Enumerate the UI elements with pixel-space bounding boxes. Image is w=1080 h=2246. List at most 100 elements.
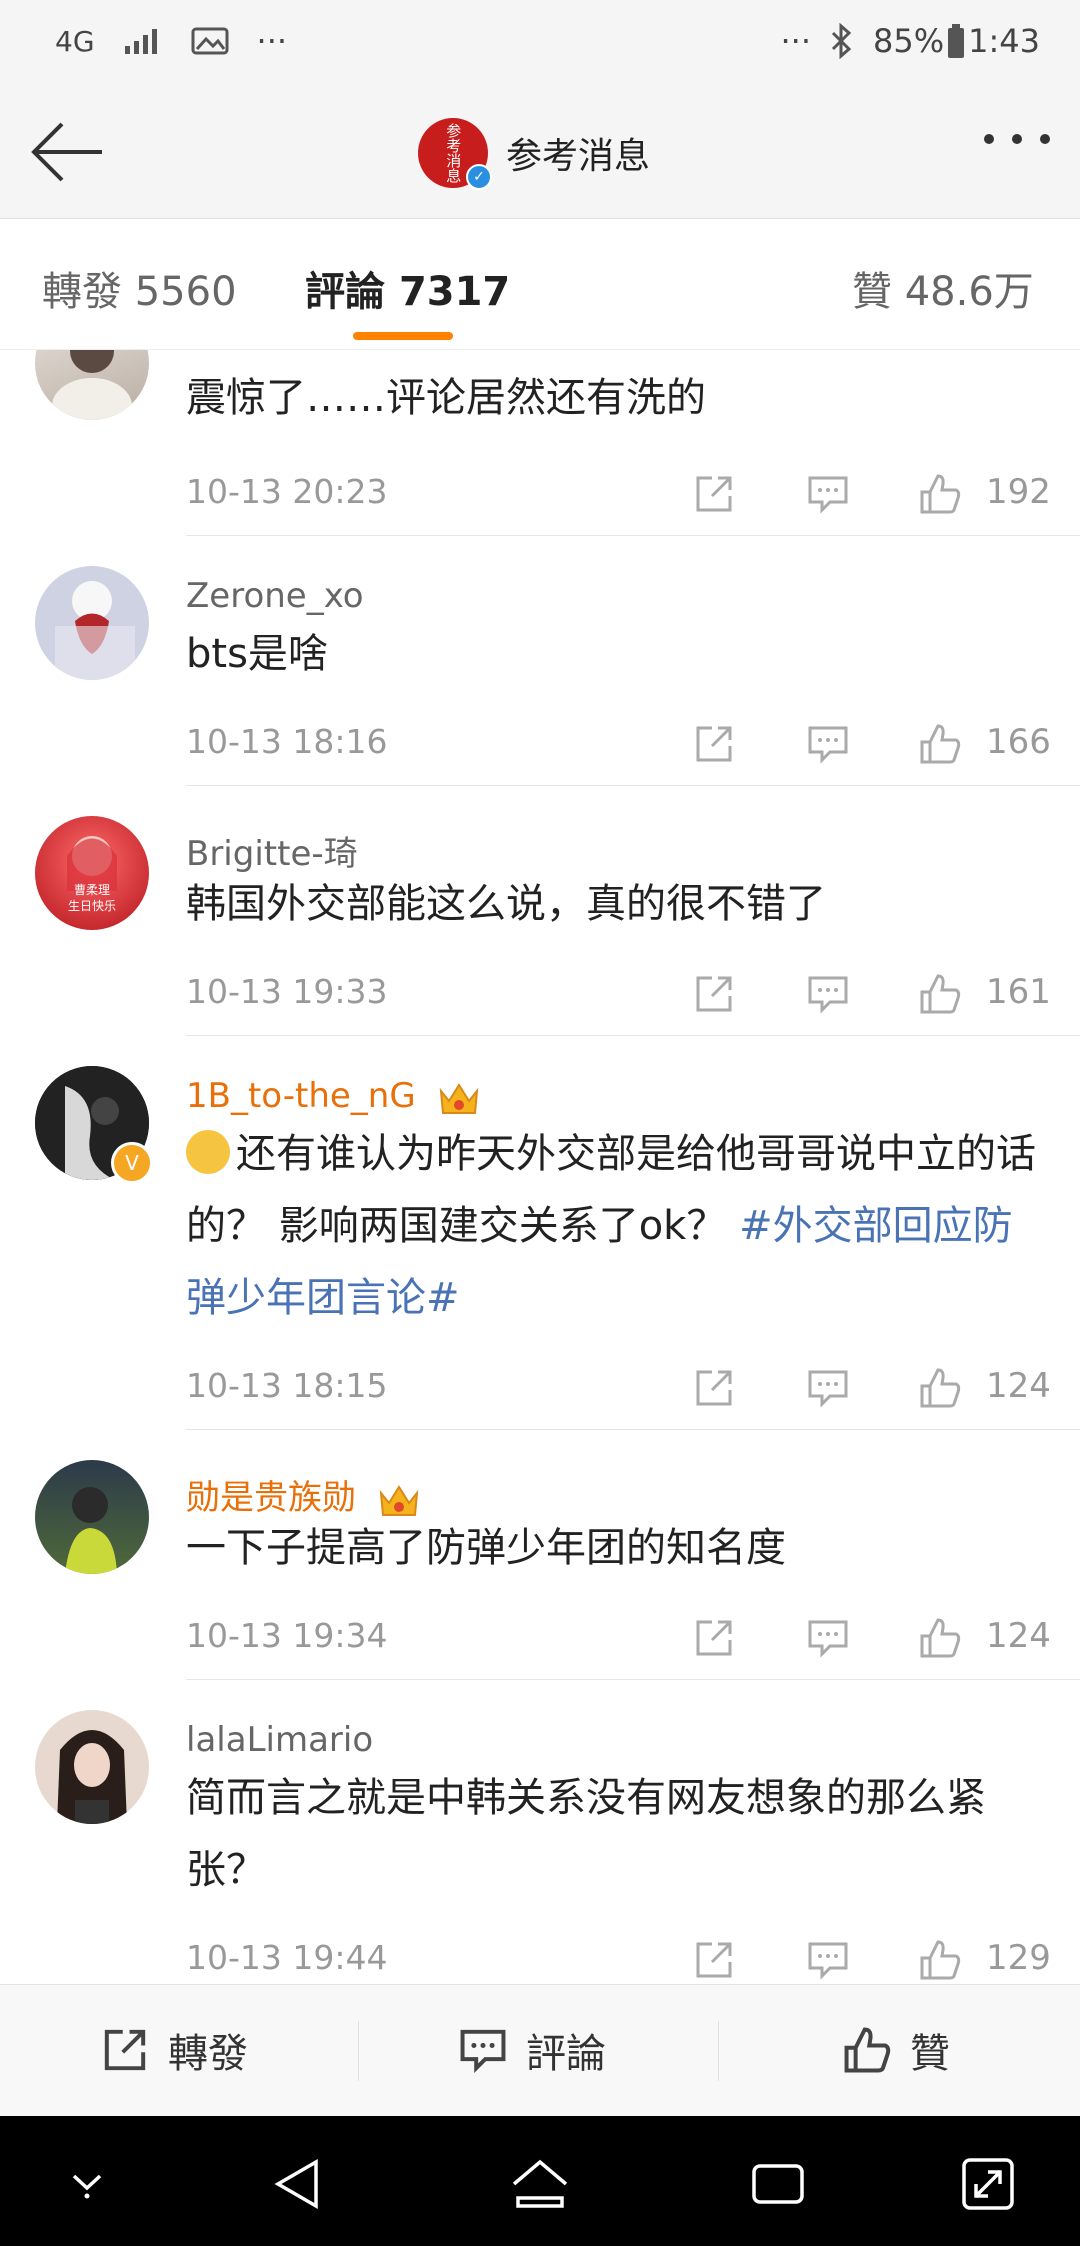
- repost-button[interactable]: 轉發: [100, 2021, 248, 2079]
- active-tab-indicator: [353, 332, 453, 340]
- share-icon[interactable]: [692, 1938, 736, 1982]
- repost-label: 轉發: [168, 2031, 248, 2077]
- comment-item: 勋是贵族勋 一下子提高了防弹少年团的知名度 10-13 19:34 124: [0, 1430, 1080, 1680]
- divider: [358, 2021, 359, 2081]
- comment-list[interactable]: 震惊了……评论居然还有洗的 10-13 20:23 192 Zerone_xo …: [0, 350, 1080, 1984]
- tab-repost[interactable]: 轉發 5560: [42, 259, 237, 317]
- like-icon[interactable]: [918, 1616, 962, 1660]
- top-nav-bar: 参考消息 ✓ 参考消息: [0, 90, 1080, 219]
- tab-likes-label: 贊: [852, 269, 892, 315]
- comment-text: bts是啥: [186, 631, 328, 677]
- comment-text-block: 还有谁认为昨天外交部是给他哥哥说中立的话的？ 影响两国建交关系了ok？ #外交部…: [186, 1118, 1046, 1334]
- user-avatar[interactable]: [35, 566, 149, 680]
- comment-text: 简而言之就是中韩关系没有网友想象的那么紧张？: [186, 1775, 986, 1893]
- comment-text: 韩国外交部能这么说，真的很不错了: [186, 881, 826, 927]
- share-icon[interactable]: [692, 1366, 736, 1410]
- comment-meta: 10-13 20:23 192: [186, 462, 1080, 522]
- comment-meta: 10-13 18:16 166: [186, 712, 1080, 772]
- like-icon[interactable]: [918, 722, 962, 766]
- tab-likes[interactable]: 贊 48.6万: [852, 259, 1034, 317]
- battery-percent: 85%: [873, 22, 945, 60]
- recent-apps-icon[interactable]: [750, 2156, 806, 2212]
- reply-icon[interactable]: [806, 1366, 850, 1410]
- tab-repost-label: 轉發: [42, 269, 122, 315]
- like-count: 192: [986, 472, 1051, 512]
- like-button[interactable]: 贊: [842, 2021, 950, 2079]
- comment-item: Zerone_xo bts是啥 10-13 18:16 166: [0, 536, 1080, 786]
- hide-keyboard-icon[interactable]: [62, 2156, 112, 2206]
- reply-icon[interactable]: [806, 972, 850, 1016]
- account-name: 参考消息: [506, 136, 651, 177]
- comment-meta: 10-13 19:44 129: [186, 1928, 1080, 1984]
- comment-meta: 10-13 18:15 124: [186, 1356, 1080, 1416]
- username[interactable]: Zerone_xo: [186, 576, 364, 616]
- like-icon: [844, 2027, 891, 2073]
- account-title[interactable]: 参考消息 ✓ 参考消息: [418, 118, 651, 190]
- like-icon[interactable]: [918, 972, 962, 1016]
- reply-icon[interactable]: [806, 722, 850, 766]
- fullscreen-icon[interactable]: [960, 2156, 1016, 2212]
- more-notifications-icon: ···: [256, 22, 288, 60]
- like-count: 166: [986, 722, 1051, 762]
- avatar-caption-greeting: 生日快乐: [67, 899, 116, 913]
- like-icon[interactable]: [918, 1366, 962, 1410]
- user-avatar[interactable]: 曹柔理 生日快乐: [35, 816, 149, 930]
- back-nav-icon[interactable]: [272, 2156, 328, 2212]
- share-icon[interactable]: [692, 472, 736, 516]
- user-avatar[interactable]: [35, 1460, 149, 1574]
- like-label: 贊: [910, 2031, 950, 2077]
- like-icon[interactable]: [918, 472, 962, 516]
- user-avatar[interactable]: V: [35, 1066, 153, 1184]
- comment-item: V 1B_to-the_nG 还有谁认为昨天外交部是给他哥哥说中立的话的？ 影响…: [0, 1036, 1080, 1430]
- bottom-action-bar: 轉發 評論 贊: [0, 1984, 1080, 2117]
- like-count: 129: [986, 1938, 1051, 1978]
- comment-time: 10-13 19:34: [186, 1616, 388, 1655]
- like-icon[interactable]: [918, 1938, 962, 1982]
- username[interactable]: lalaLimario: [186, 1720, 373, 1760]
- share-icon: [104, 2029, 146, 2071]
- more-options-icon[interactable]: [984, 134, 1050, 144]
- comment-meta: 10-13 19:33 161: [186, 962, 1080, 1022]
- divider: [718, 2021, 719, 2081]
- share-icon[interactable]: [692, 972, 736, 1016]
- account-logo-text: 参考消息: [444, 123, 463, 183]
- verified-badge-icon: ✓: [466, 164, 492, 190]
- like-count: 161: [986, 972, 1051, 1012]
- reply-icon[interactable]: [806, 1938, 850, 1982]
- comment-time: 10-13 18:16: [186, 722, 388, 761]
- interaction-tabs: 轉發 5560 評論 7317 贊 48.6万: [0, 219, 1080, 350]
- reply-icon[interactable]: [806, 472, 850, 516]
- vip-crown-icon: [439, 1082, 478, 1114]
- avatar-caption-name: 曹柔理: [73, 883, 110, 897]
- system-navigation-bar: [0, 2116, 1080, 2246]
- comment-text: 一下子提高了防弹少年团的知名度: [186, 1525, 786, 1571]
- tab-comments-label: 評論: [305, 269, 385, 315]
- comment-time: 10-13 19:44: [186, 1938, 388, 1977]
- comment-button[interactable]: 評論: [458, 2021, 606, 2079]
- user-avatar[interactable]: [35, 350, 149, 420]
- share-icon[interactable]: [692, 1616, 736, 1660]
- more-status-icon: ···: [780, 22, 812, 60]
- comment-time: 10-13 18:15: [186, 1366, 388, 1405]
- clock: 1:43: [968, 22, 1040, 60]
- comment-meta: 10-13 19:34 124: [186, 1606, 1080, 1666]
- tab-comments[interactable]: 評論 7317: [305, 259, 510, 317]
- home-nav-icon[interactable]: [510, 2156, 570, 2212]
- comment-item: 曹柔理 生日快乐 Brigitte-琦 韩国外交部能这么说，真的很不错了 10-…: [0, 786, 1080, 1036]
- verified-badge-icon: V: [111, 1142, 153, 1184]
- comment-item: lalaLimario 简而言之就是中韩关系没有网友想象的那么紧张？ 10-13…: [0, 1680, 1080, 1984]
- username-vip[interactable]: 1B_to-the_nG: [186, 1076, 481, 1117]
- user-avatar[interactable]: [35, 1710, 149, 1824]
- share-icon[interactable]: [692, 722, 736, 766]
- account-logo-avatar: 参考消息 ✓: [418, 118, 492, 190]
- reply-icon[interactable]: [806, 1616, 850, 1660]
- comment-text: 震惊了……评论居然还有洗的: [186, 375, 706, 421]
- comment-label: 評論: [526, 2031, 606, 2077]
- back-arrow-icon[interactable]: [28, 120, 108, 184]
- image-notification-icon: [191, 27, 229, 55]
- comment-icon: [460, 2029, 506, 2073]
- comment-time: 10-13 20:23: [186, 472, 388, 511]
- bluetooth-icon: [831, 23, 852, 59]
- battery-icon: [948, 24, 965, 58]
- like-count: 124: [986, 1616, 1051, 1656]
